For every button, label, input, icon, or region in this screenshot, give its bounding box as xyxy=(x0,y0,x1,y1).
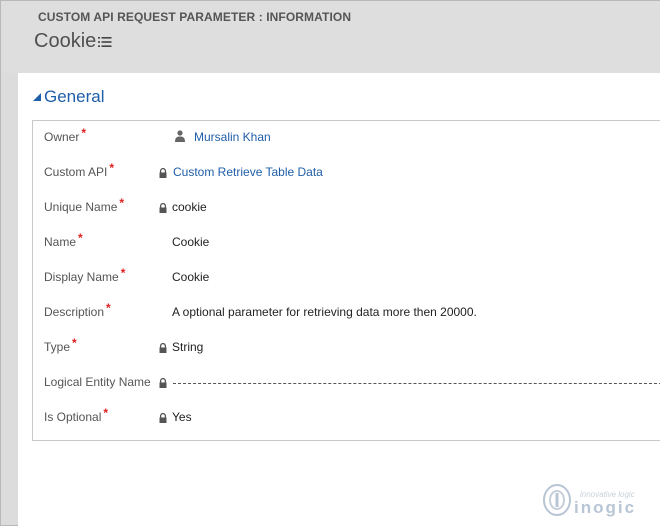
field-row-display-name: Display Name * Cookie xyxy=(33,261,660,296)
required-marker: * xyxy=(81,126,87,140)
field-row-is-optional: Is Optional * Yes xyxy=(33,401,660,436)
field-row-owner: Owner * Mursalin Khan xyxy=(33,121,660,156)
triangle-collapse-icon[interactable] xyxy=(33,93,41,101)
required-marker: * xyxy=(103,406,109,420)
entity-type-label: CUSTOM API REQUEST PARAMETER : INFORMATI… xyxy=(38,10,352,24)
lock-icon xyxy=(159,168,167,178)
required-marker: * xyxy=(106,301,111,315)
section-title[interactable]: General xyxy=(44,87,104,107)
field-row-custom-api: Custom API * Custom Retrieve Table Data xyxy=(33,156,660,191)
field-label: Unique Name * xyxy=(44,196,125,214)
name-field[interactable]: Cookie xyxy=(172,235,209,249)
custom-api-link[interactable]: Custom Retrieve Table Data xyxy=(173,165,323,179)
field-label: Custom API * xyxy=(44,161,115,179)
general-section: Owner * Mursalin Khan Custom API * Custom … xyxy=(32,120,660,441)
field-label: Type * xyxy=(44,336,77,354)
empty-value-placeholder xyxy=(173,383,660,384)
field-row-description: Description * A optional parameter for re… xyxy=(33,296,660,331)
lock-icon xyxy=(159,378,167,388)
display-name-field[interactable]: Cookie xyxy=(172,270,209,284)
field-row-logical-entity-name: Logical Entity Name xyxy=(33,366,660,401)
field-label: Is Optional * xyxy=(44,406,109,424)
owner-link[interactable]: Mursalin Khan xyxy=(194,130,271,144)
type-value: String xyxy=(172,340,204,354)
description-field[interactable]: A optional parameter for retrieving data… xyxy=(172,305,477,319)
required-marker: * xyxy=(72,336,77,350)
inogic-logo-icon xyxy=(543,484,571,516)
watermark-brand: inogic xyxy=(574,498,637,517)
field-label: Description * xyxy=(44,301,111,319)
required-marker: * xyxy=(78,231,83,245)
field-label: Display Name * xyxy=(44,266,126,284)
required-marker: * xyxy=(119,196,125,210)
record-title: Cookie xyxy=(34,30,97,52)
record-header: CUSTOM API REQUEST PARAMETER : INFORMATI… xyxy=(1,1,660,73)
inogic-watermark: innovative logic inogic xyxy=(542,481,657,521)
field-label: Owner * xyxy=(44,126,87,144)
user-icon xyxy=(175,130,185,142)
lock-icon xyxy=(159,413,167,423)
field-row-unique-name: Unique Name * cookie xyxy=(33,191,660,226)
unique-name-value: cookie xyxy=(172,200,207,214)
lock-icon xyxy=(159,203,167,213)
required-marker: * xyxy=(109,161,115,175)
field-label: Logical Entity Name xyxy=(44,375,151,389)
form-content: General Owner * Mursalin Khan Custom API * xyxy=(18,73,660,526)
required-marker: * xyxy=(120,266,126,280)
field-label: Name * xyxy=(44,231,83,249)
list-menu-icon[interactable] xyxy=(98,36,112,48)
section-header: General xyxy=(18,73,660,121)
is-optional-value: Yes xyxy=(172,410,192,424)
field-row-type: Type * String xyxy=(33,331,660,366)
field-row-name: Name * Cookie xyxy=(33,226,660,261)
lock-icon xyxy=(159,343,167,353)
window-frame: CUSTOM API REQUEST PARAMETER : INFORMATI… xyxy=(0,0,660,526)
